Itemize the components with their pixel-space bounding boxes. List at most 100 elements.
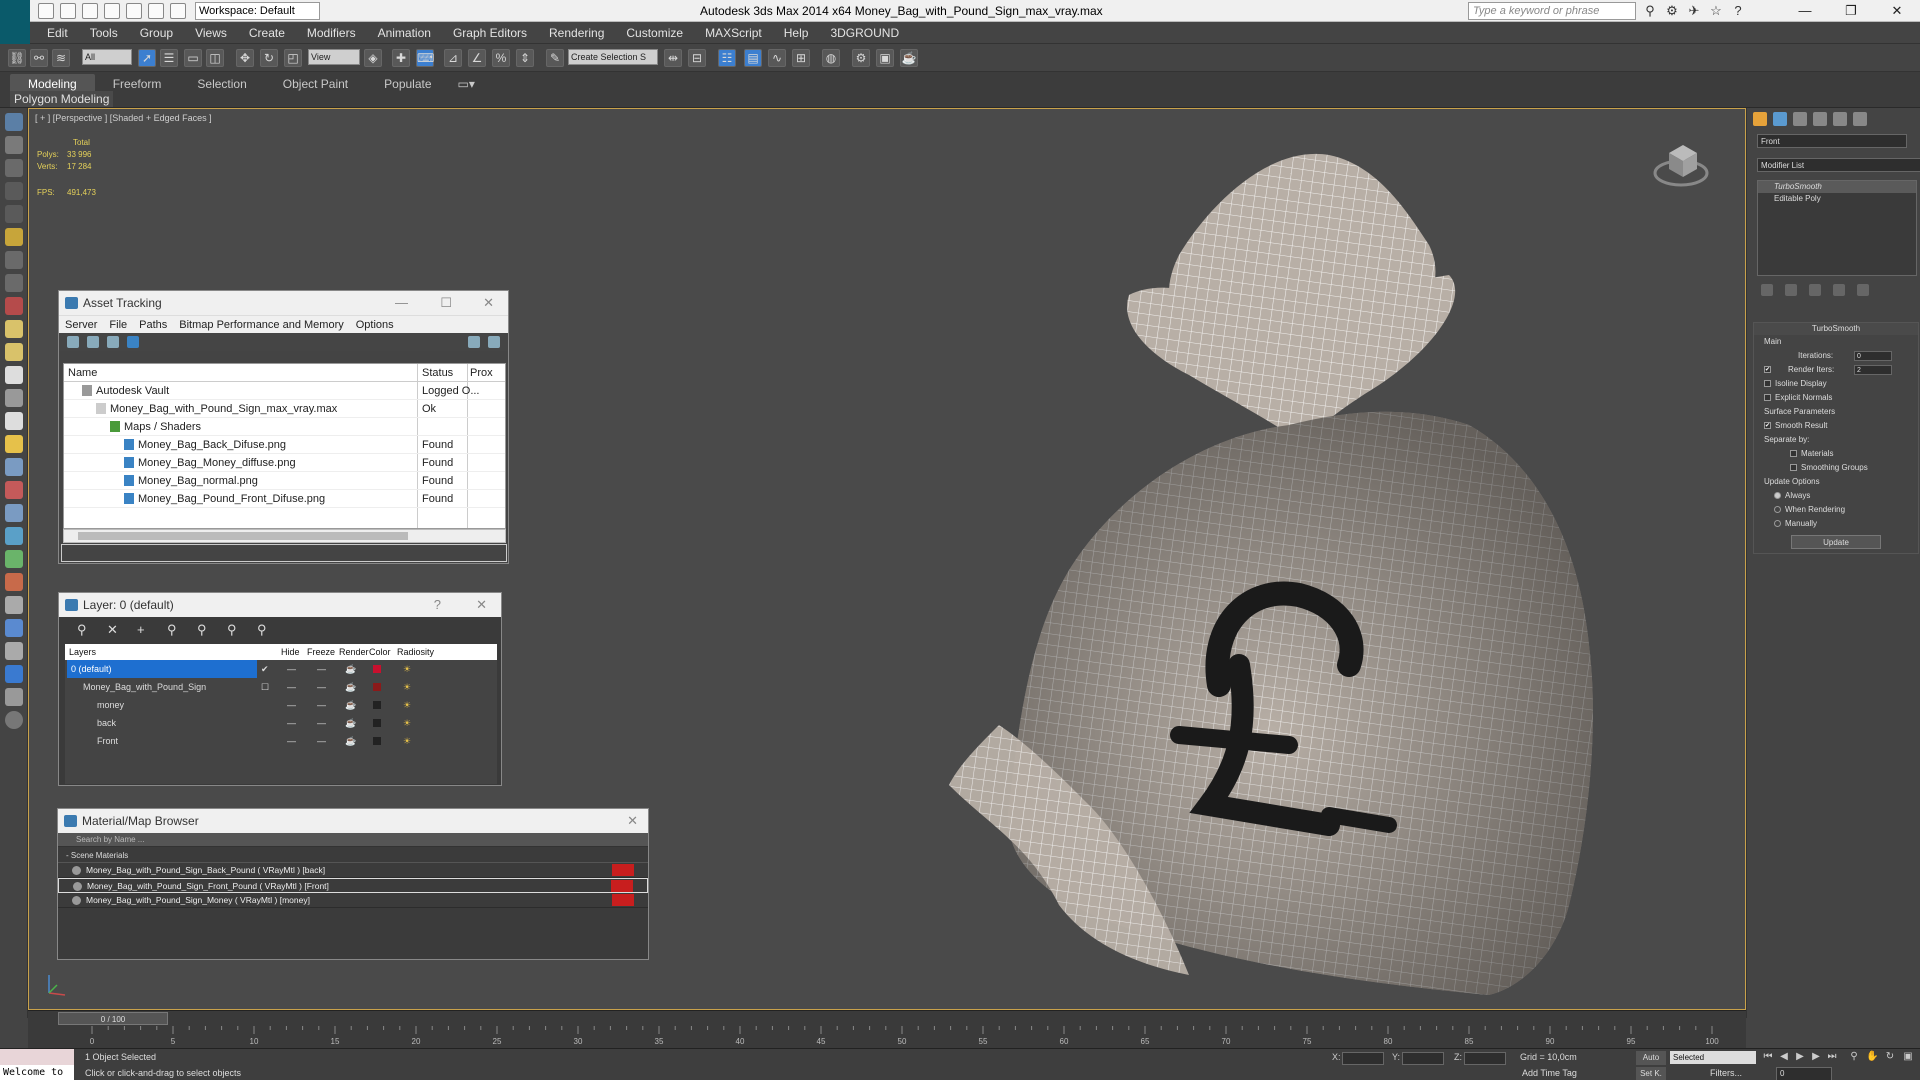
radiosity-icon[interactable]: ☀ xyxy=(403,714,411,732)
asset-tracking-titlebar[interactable]: Asset Tracking — ☐ ✕ xyxy=(59,291,508,315)
angle-snap-icon[interactable]: ∠ xyxy=(468,49,486,67)
layer-manager-titlebar[interactable]: Layer: 0 (default) ? ✕ xyxy=(59,593,501,617)
smoothing-groups-checkbox[interactable] xyxy=(1790,464,1797,472)
hide-toggle[interactable]: — xyxy=(287,714,296,732)
viewport-tool-icon-25[interactable] xyxy=(5,665,23,683)
viewcube-icon[interactable] xyxy=(1651,133,1711,193)
asset-menu-options[interactable]: Options xyxy=(356,316,394,333)
viewport-tool-icon-2[interactable] xyxy=(5,136,23,154)
when-rendering-row[interactable]: When Rendering xyxy=(1754,503,1918,517)
material-editor-icon[interactable]: ◍ xyxy=(822,49,840,67)
help-icon[interactable]: ? xyxy=(1730,3,1746,19)
table-row[interactable]: Money_Bag_Pound_Front_Difuse.png Found xyxy=(64,490,505,508)
redo-icon[interactable] xyxy=(126,3,142,19)
tab-object-paint[interactable]: Object Paint xyxy=(265,74,366,94)
modifier-list-dropdown[interactable]: Modifier List xyxy=(1757,158,1920,172)
hide-all-icon[interactable]: ⚲ xyxy=(227,622,237,638)
viewport-tool-icon-18[interactable] xyxy=(5,504,23,522)
viewport-label[interactable]: [ + ] [Perspective ] [Shaded + Edged Fac… xyxy=(35,113,212,123)
layer-name[interactable]: 0 (default) xyxy=(67,660,257,678)
selection-filter-dropdown[interactable]: All xyxy=(82,49,132,65)
close-icon[interactable]: ✕ xyxy=(483,291,494,315)
ribbon-options-icon[interactable]: ▭▾ xyxy=(450,74,483,94)
display-tab-icon[interactable] xyxy=(1833,112,1847,126)
viewport-tool-icon-22[interactable] xyxy=(5,596,23,614)
col-render[interactable]: Render xyxy=(339,644,369,660)
menu-rendering[interactable]: Rendering xyxy=(538,22,615,43)
current-layer-check-icon[interactable]: ✔ xyxy=(261,660,269,678)
viewport-tool-icon-6[interactable] xyxy=(5,228,23,246)
keyboard-shortcut-icon[interactable]: ⌨ xyxy=(416,49,434,67)
freeze-toggle[interactable]: — xyxy=(317,696,326,714)
motion-tab-icon[interactable] xyxy=(1813,112,1827,126)
utilities-tab-icon[interactable] xyxy=(1853,112,1867,126)
pin-stack-icon[interactable] xyxy=(1761,284,1773,296)
edit-named-sets-icon[interactable]: ✎ xyxy=(546,49,564,67)
hide-toggle[interactable]: — xyxy=(287,732,296,750)
select-object-icon[interactable]: ➚ xyxy=(138,49,156,67)
new-file-icon[interactable] xyxy=(38,3,54,19)
select-in-layer-icon[interactable]: ⚲ xyxy=(167,622,177,638)
layer-name[interactable]: Front xyxy=(97,732,118,750)
viewport-tool-icon-21[interactable] xyxy=(5,573,23,591)
help-icon[interactable]: ? xyxy=(434,593,441,617)
object-name-field[interactable]: Front xyxy=(1757,134,1907,148)
hide-toggle[interactable]: — xyxy=(287,660,296,678)
bind-space-warp-icon[interactable]: ≋ xyxy=(52,49,70,67)
layer-color-swatch[interactable] xyxy=(373,683,381,691)
freeze-toggle[interactable]: — xyxy=(317,714,326,732)
maximize-icon[interactable]: ☐ xyxy=(440,291,452,315)
material-item[interactable]: Money_Bag_with_Pound_Sign_Back_Pound ( V… xyxy=(58,863,648,878)
configure-sets-icon[interactable] xyxy=(1857,284,1869,296)
material-item[interactable]: Money_Bag_with_Pound_Sign_Money ( VRayMt… xyxy=(58,893,648,908)
menu-animation[interactable]: Animation xyxy=(367,22,442,43)
graphite-ribbon-icon[interactable]: ▤ xyxy=(744,49,762,67)
freeze-toggle[interactable]: — xyxy=(317,732,326,750)
menu-views[interactable]: Views xyxy=(184,22,238,43)
viewport-tool-icon-20[interactable] xyxy=(5,550,23,568)
smooth-result-row[interactable]: ✔ Smooth Result xyxy=(1754,419,1918,433)
time-slider[interactable]: 0 / 100 xyxy=(58,1012,168,1025)
menu-customize[interactable]: Customize xyxy=(615,22,694,43)
pan-icon[interactable]: ✋ xyxy=(1866,1051,1878,1063)
layer-color-swatch[interactable] xyxy=(373,701,381,709)
horizontal-scrollbar[interactable] xyxy=(63,529,506,543)
viewport-tool-icon-26[interactable] xyxy=(5,688,23,706)
current-frame-field[interactable]: 0 xyxy=(1776,1067,1832,1080)
viewport-tool-icon-12[interactable] xyxy=(5,366,23,384)
layer-manager-icon[interactable]: ☷ xyxy=(718,49,736,67)
viewport-tool-icon-7[interactable] xyxy=(5,251,23,269)
manually-row[interactable]: Manually xyxy=(1754,517,1918,531)
next-frame-icon[interactable]: ▶ xyxy=(1810,1051,1822,1063)
help-icon[interactable] xyxy=(468,336,480,348)
menu-help[interactable]: Help xyxy=(773,22,820,43)
hierarchy-tab-icon[interactable] xyxy=(1793,112,1807,126)
layer-row[interactable]: money — — ☕ ☀ xyxy=(65,696,497,714)
col-status[interactable]: Status xyxy=(422,364,453,382)
col-freeze[interactable]: Freeze xyxy=(307,644,335,660)
reference-coord-dropdown[interactable]: View xyxy=(308,49,360,65)
table-row[interactable]: Autodesk Vault Logged O... xyxy=(64,382,505,400)
col-hide[interactable]: Hide xyxy=(281,644,300,660)
materials-row[interactable]: Materials xyxy=(1754,447,1918,461)
table-row[interactable]: Money_Bag_Money_diffuse.png Found xyxy=(64,454,505,472)
render-teapot-icon[interactable]: ☕ xyxy=(345,732,356,750)
minimize-button[interactable]: — xyxy=(1782,0,1828,22)
modify-tab-icon[interactable] xyxy=(1773,112,1787,126)
freeze-toggle[interactable]: — xyxy=(317,678,326,696)
help-search-input[interactable]: Type a keyword or phrase xyxy=(1468,2,1636,20)
asset-path-field[interactable] xyxy=(61,544,507,562)
menu-edit[interactable]: Edit xyxy=(36,22,79,43)
turbosmooth-rollout-title[interactable]: TurboSmooth xyxy=(1754,323,1918,335)
asset-menu-server[interactable]: Server xyxy=(65,316,97,333)
make-unique-icon[interactable] xyxy=(1809,284,1821,296)
table-row[interactable]: Money_Bag_with_Pound_Sign_max_vray.max O… xyxy=(64,400,505,418)
menu-maxscript[interactable]: MAXScript xyxy=(694,22,773,43)
always-row[interactable]: Always xyxy=(1754,489,1918,503)
layer-color-swatch[interactable] xyxy=(373,719,381,727)
col-color[interactable]: Color xyxy=(369,644,391,660)
radiosity-icon[interactable]: ☀ xyxy=(403,696,411,714)
move-icon[interactable]: ✥ xyxy=(236,49,254,67)
x-coordinate-field[interactable] xyxy=(1342,1052,1384,1065)
render-iters-spinner[interactable]: 2 xyxy=(1854,365,1892,375)
